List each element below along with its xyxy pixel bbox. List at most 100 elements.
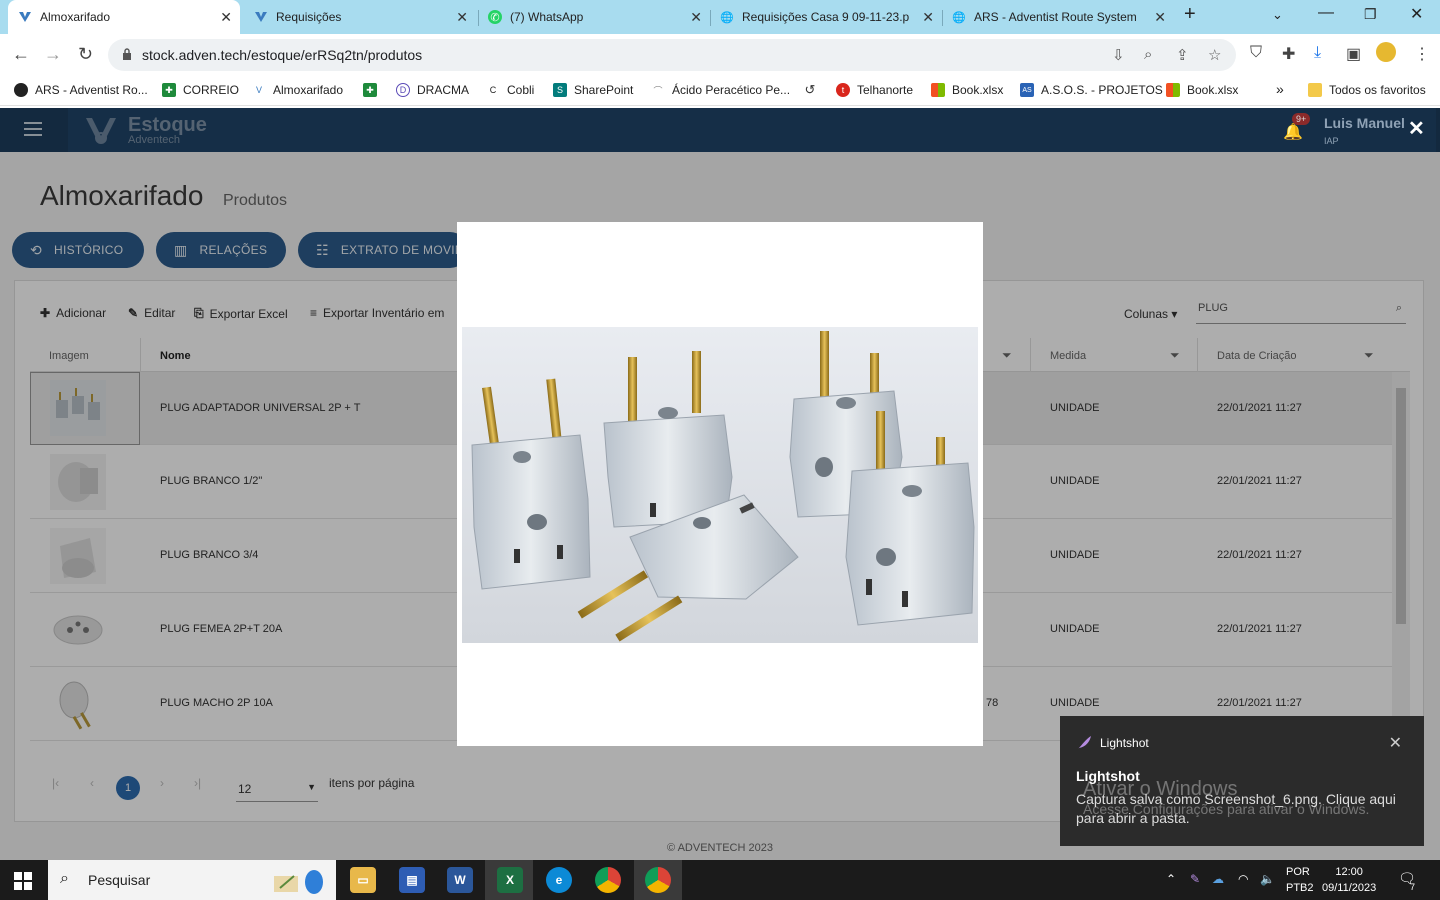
volume-icon[interactable]: 🔈 bbox=[1260, 872, 1275, 886]
profile-avatar[interactable] bbox=[1376, 42, 1396, 62]
bookmark-label: Todos os favoritos bbox=[1329, 83, 1426, 97]
word-icon[interactable]: W bbox=[447, 867, 473, 893]
onedrive-icon[interactable]: ☁ bbox=[1212, 872, 1224, 886]
cross-icon: ✚ bbox=[363, 83, 377, 97]
feather-icon bbox=[1078, 736, 1091, 749]
bookmark-label: A.S.O.S. - PROJETOS bbox=[1041, 83, 1163, 97]
input-language[interactable]: POR PTB2 bbox=[1286, 864, 1314, 896]
bookmark-unnamed-1[interactable]: ✚ bbox=[363, 83, 384, 97]
bookmark-label: ARS - Adventist Ro... bbox=[35, 83, 148, 97]
tab-label: Requisições bbox=[276, 10, 342, 24]
taskbar-search-label: Pesquisar bbox=[88, 872, 151, 888]
bookmark-label: Almoxarifado bbox=[273, 83, 344, 97]
product-image-preview bbox=[462, 327, 978, 643]
taskbar-search-box[interactable]: ⌕ Pesquisar bbox=[48, 860, 336, 900]
bookmark-asos[interactable]: AS A.S.O.S. - PROJETOS bbox=[1020, 83, 1163, 97]
zoom-icon[interactable]: ⌕ bbox=[1144, 46, 1152, 63]
bookmark-label: Book.xlsx bbox=[1187, 83, 1239, 97]
close-tab-icon[interactable]: ✕ bbox=[922, 9, 934, 26]
bookmark-almoxarifado[interactable]: V Almoxarifado bbox=[252, 83, 343, 97]
downloads-icon[interactable]: ⤓ bbox=[1314, 44, 1321, 62]
bookmark-correio[interactable]: ✚ CORREIO bbox=[162, 83, 239, 97]
extension-shield-icon[interactable]: ⛉ bbox=[1250, 44, 1262, 62]
activation-watermark-body: Acesse Configurações para ativar o Windo… bbox=[1083, 801, 1370, 817]
tab-almoxarifado[interactable]: Almoxarifado ✕ bbox=[8, 0, 240, 34]
bookmark-book-2[interactable]: Book.xlsx bbox=[1166, 83, 1238, 97]
reload-icon[interactable]: ↻ bbox=[78, 44, 93, 65]
bookmark-star-icon[interactable]: ☆ bbox=[1208, 46, 1221, 64]
keyboard-layout: PTB2 bbox=[1286, 882, 1314, 894]
bookmark-telhanorte[interactable]: t Telhanorte bbox=[836, 83, 913, 97]
bookmark-history[interactable]: ↺ bbox=[803, 82, 824, 97]
user-name[interactable]: Luis Manuel bbox=[1324, 115, 1405, 131]
modal-backdrop-header bbox=[0, 108, 1440, 152]
edge-icon[interactable]: e bbox=[546, 867, 572, 893]
tab-search-chevron-icon[interactable]: ⌄ bbox=[1272, 7, 1283, 23]
bookmark-dracma[interactable]: D DRACMA bbox=[396, 83, 469, 97]
bookmark-label: DRACMA bbox=[417, 83, 470, 97]
close-window-icon[interactable]: ✕ bbox=[1410, 4, 1423, 24]
cobli-icon: C bbox=[486, 83, 500, 97]
bookmark-label: Telhanorte bbox=[857, 83, 914, 97]
forward-icon[interactable]: → bbox=[44, 44, 62, 65]
tab-requisicoes[interactable]: Requisições ✕ bbox=[244, 0, 476, 34]
bookmarks-more-button[interactable]: » bbox=[1276, 81, 1284, 97]
bookmark-cobli[interactable]: C Cobli bbox=[486, 83, 534, 97]
back-icon[interactable]: ← bbox=[12, 44, 30, 65]
windows-start-icon[interactable] bbox=[14, 872, 32, 890]
file-explorer-icon[interactable]: ▭ bbox=[350, 867, 376, 893]
bookmark-label: Cobli bbox=[507, 83, 535, 97]
wifi-icon[interactable]: ◠ bbox=[1238, 872, 1248, 886]
whatsapp-icon: ✆ bbox=[488, 10, 502, 24]
toast-app-name: Lightshot bbox=[1100, 736, 1149, 750]
bookmark-label: CORREIO bbox=[183, 83, 240, 97]
tray-chevron-icon[interactable]: ⌃ bbox=[1166, 872, 1176, 886]
address-bar-row: ← → ↻ stock.adven.tech/estoque/erRSq2tn/… bbox=[0, 34, 1440, 76]
activation-watermark-title: Ativar o Windows bbox=[1083, 778, 1238, 800]
tab-whatsapp[interactable]: ✆ (7) WhatsApp ✕ bbox=[478, 0, 710, 34]
close-tab-icon[interactable]: ✕ bbox=[456, 9, 468, 26]
close-toast-icon[interactable]: ✕ bbox=[1389, 733, 1402, 753]
browser-tab-strip: Almoxarifado ✕ Requisições ✕ ✆ (7) Whats… bbox=[0, 0, 1440, 34]
all-bookmarks-folder[interactable]: Todos os favoritos bbox=[1308, 83, 1426, 97]
restore-icon[interactable]: ❐ bbox=[1364, 6, 1377, 23]
share-icon[interactable]: ⇪ bbox=[1176, 46, 1189, 64]
tab-ars[interactable]: 🌐 ARS - Adventist Route System ✕ bbox=[942, 0, 1174, 34]
close-tab-icon[interactable]: ✕ bbox=[220, 9, 232, 26]
install-icon[interactable]: ⇩ bbox=[1112, 46, 1125, 64]
tab-requisicoes-casa[interactable]: 🌐 Requisições Casa 9 09-11-23.p ✕ bbox=[710, 0, 942, 34]
tab-label: Almoxarifado bbox=[40, 10, 111, 24]
close-tab-icon[interactable]: ✕ bbox=[690, 9, 702, 26]
bookmark-sharepoint[interactable]: S SharePoint bbox=[553, 83, 633, 97]
close-tab-icon[interactable]: ✕ bbox=[1154, 9, 1166, 26]
extensions-puzzle-icon[interactable]: ✚ bbox=[1282, 44, 1295, 64]
url-text: stock.adven.tech/estoque/erRSq2tn/produt… bbox=[142, 47, 423, 63]
chrome-icon[interactable] bbox=[595, 867, 621, 893]
lightshot-tray-icon[interactable]: ✎ bbox=[1190, 872, 1200, 886]
omnibox[interactable]: stock.adven.tech/estoque/erRSq2tn/produt… bbox=[108, 39, 1236, 71]
globe-icon: 🌐 bbox=[720, 11, 734, 24]
close-modal-icon[interactable]: ✕ bbox=[1408, 116, 1425, 141]
search-icon: ⌕ bbox=[60, 870, 69, 887]
bookmark-acido[interactable]: ⌒ Ácido Peracético Pe... bbox=[651, 83, 790, 97]
bell-icon[interactable]: 🔔 bbox=[1283, 122, 1303, 142]
clock-time: 12:00 bbox=[1335, 866, 1363, 878]
notification-count: 7 bbox=[1410, 882, 1416, 892]
user-role: IAP bbox=[1324, 136, 1339, 146]
adventech-icon bbox=[254, 10, 268, 24]
adventech-icon: V bbox=[252, 83, 266, 97]
chrome-profile-icon[interactable] bbox=[645, 867, 671, 893]
menu-kebab-icon[interactable]: ⋮ bbox=[1414, 44, 1430, 64]
clock-date: 09/11/2023 bbox=[1322, 882, 1377, 894]
side-panel-icon[interactable]: ▣ bbox=[1346, 44, 1361, 64]
taskbar-clock[interactable]: 12:00 09/11/2023 bbox=[1322, 864, 1376, 896]
new-tab-icon[interactable]: + bbox=[1184, 3, 1196, 26]
dracma-icon: D bbox=[396, 83, 410, 97]
minimize-icon[interactable]: — bbox=[1318, 4, 1334, 22]
excel-icon[interactable]: X bbox=[497, 867, 523, 893]
notification-badge: 9+ bbox=[1292, 113, 1311, 125]
bookmark-ars[interactable]: ARS - Adventist Ro... bbox=[14, 83, 148, 97]
globe-icon: 🌐 bbox=[952, 11, 966, 24]
bookmark-book-1[interactable]: Book.xlsx bbox=[931, 83, 1003, 97]
task-app-icon[interactable]: ▤ bbox=[399, 867, 425, 893]
